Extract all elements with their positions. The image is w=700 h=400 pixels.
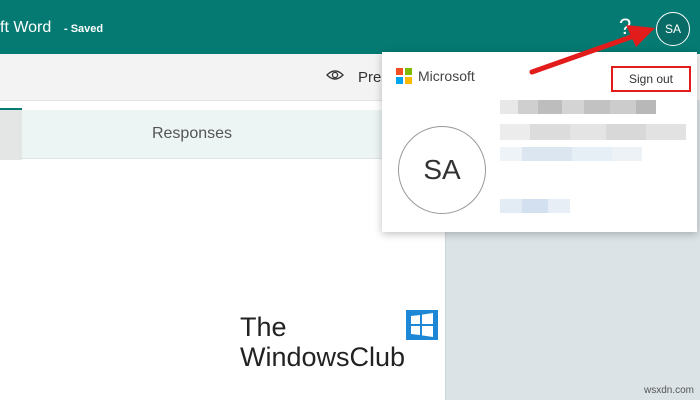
- large-avatar-initials: SA: [423, 154, 461, 185]
- preview-button[interactable]: Pre: [326, 68, 381, 86]
- sign-out-button[interactable]: Sign out: [611, 66, 691, 92]
- tab-questions[interactable]: [0, 108, 22, 160]
- sign-out-label: Sign out: [628, 72, 674, 86]
- document-title: ft Word: [0, 19, 52, 36]
- tab-responses[interactable]: Responses: [22, 110, 442, 159]
- app-header: ft Word - Saved ? SA: [0, 0, 700, 54]
- save-status: - Saved: [64, 23, 104, 35]
- tab-responses-label: Responses: [151, 125, 233, 142]
- help-button[interactable]: ?: [619, 14, 631, 40]
- preview-label: Pre: [358, 68, 382, 86]
- watermark-line-1: The: [240, 312, 287, 342]
- avatar-initials: SA: [664, 22, 681, 36]
- windows-logo-icon: [406, 310, 438, 345]
- account-avatar-large: SA: [398, 126, 486, 214]
- microsoft-squares-icon: [396, 68, 412, 84]
- microsoft-logo: Microsoft: [396, 68, 475, 84]
- windowsclub-watermark: The WindowsClub: [240, 310, 438, 372]
- site-credit: wsxdn.com: [643, 385, 694, 396]
- account-menu: Microsoft Sign out SA: [382, 52, 697, 232]
- eye-icon: [326, 68, 344, 86]
- watermark-line-2: WindowsClub: [240, 342, 406, 372]
- microsoft-brand: Microsoft: [418, 68, 475, 84]
- account-avatar-button[interactable]: SA: [656, 12, 690, 46]
